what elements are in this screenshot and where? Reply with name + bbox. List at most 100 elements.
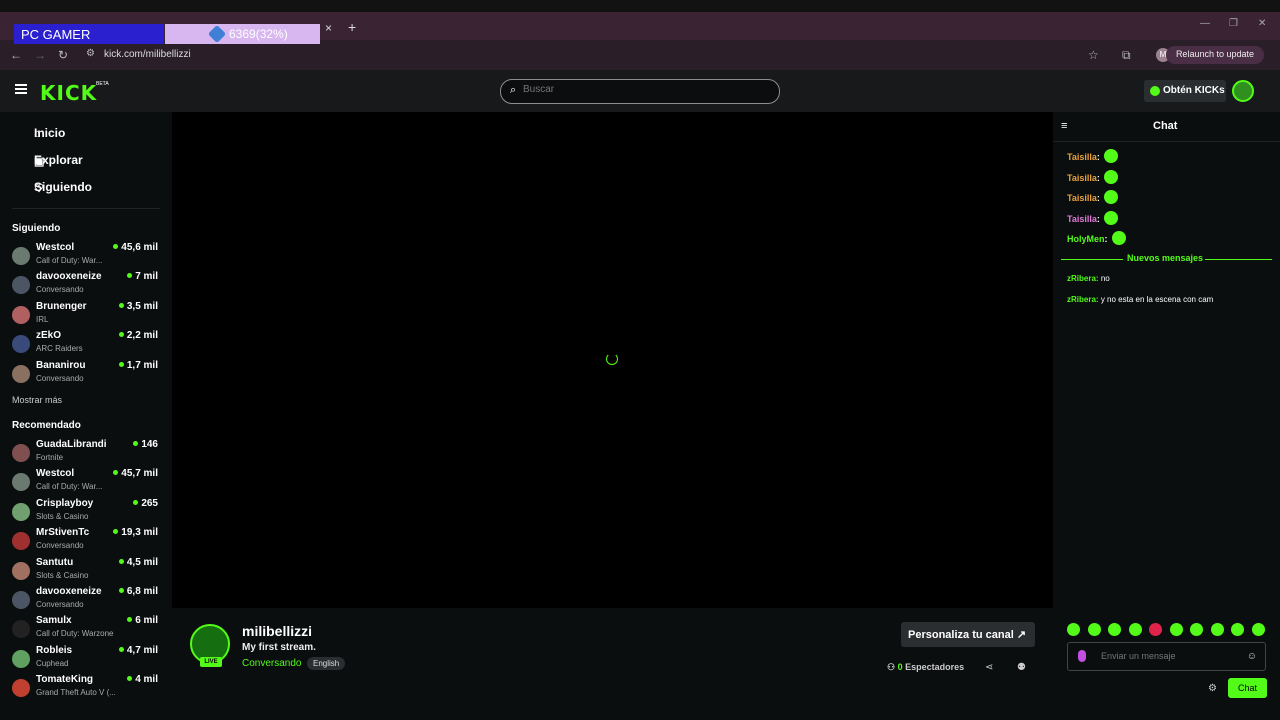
viewer-count: 45,6 mil (113, 242, 158, 253)
sidebar-channel-item[interactable]: Bananirou Conversando 1,7 mil (12, 360, 160, 388)
channel-name: davooxeneize (36, 271, 102, 283)
minimize-icon[interactable]: — (1200, 18, 1210, 29)
chat-username[interactable]: Taisilla (1067, 214, 1097, 224)
heart-icon: ♡ (34, 183, 44, 195)
emote-icon[interactable] (1210, 623, 1224, 636)
search-input[interactable] (523, 84, 773, 95)
emote-icon[interactable] (1149, 623, 1162, 636)
nav-explore[interactable]: ▣ Explorar (12, 153, 83, 168)
new-tab-button[interactable]: + (348, 19, 356, 35)
emote-icon[interactable] (1169, 623, 1183, 636)
chat-message: Taisilla: (1067, 210, 1118, 225)
follow-user-icon[interactable]: ⚉ (1017, 662, 1026, 673)
emote-icon[interactable] (1251, 623, 1265, 636)
sidebar-channel-item[interactable]: davooxeneize Conversando 7 mil (12, 271, 160, 299)
menu-icon[interactable] (15, 84, 27, 94)
channel-avatar (12, 444, 30, 462)
get-kicks-button[interactable]: Obtén KICKs (1144, 80, 1226, 102)
reload-icon[interactable]: ↻ (58, 48, 68, 62)
chat-send-button[interactable]: Chat (1228, 678, 1267, 698)
address-bar: ← → ↻ ⚙ kick.com/milibellizzi ☆ ⧉ M Rela… (0, 40, 1280, 70)
stream-category[interactable]: Conversando (242, 658, 301, 669)
site-info-icon[interactable]: ⚙ (86, 48, 95, 59)
stream-info: LIVE milibellizzi My first stream. Conve… (172, 608, 1053, 720)
bookmark-star-icon[interactable]: ☆ (1088, 48, 1099, 62)
sidebar-channel-item[interactable]: Samulx Call of Duty: Warzone 6 mil (12, 615, 160, 643)
emote-icon[interactable] (1087, 623, 1101, 636)
chat-username[interactable]: Taisilla (1067, 173, 1097, 183)
channel-name: Westcol (36, 242, 75, 253)
customize-channel-button[interactable]: Personaliza tu canal ↗ (901, 622, 1035, 647)
channel-category: Conversando (36, 285, 84, 295)
channel-name: Santutu (36, 556, 74, 568)
extensions-icon[interactable]: ⧉ (1122, 48, 1131, 63)
viewer-count: 6 mil (127, 615, 158, 626)
viewer-count: 1,7 mil (119, 360, 158, 371)
sidebar-channel-item[interactable]: zEkO ARC Raiders 2,2 mil (12, 330, 160, 358)
user-avatar[interactable] (1232, 80, 1254, 102)
sidebar-channel-item[interactable]: Westcol Call of Duty: War... 45,7 mil (12, 468, 160, 496)
channel-avatar (12, 649, 30, 668)
collapse-chat-icon[interactable]: ≡ (1061, 120, 1067, 132)
emote-icon (1111, 231, 1126, 245)
emote-icon (1103, 169, 1118, 184)
language-tag[interactable]: English (307, 657, 346, 670)
video-player[interactable] (172, 112, 1053, 608)
sidebar-channel-item[interactable]: Westcol Call of Duty: War... 45,6 mil (12, 242, 160, 270)
sidebar: ⌂ Inicio ▣ Explorar ♡ Siguiendo Siguiendo W… (0, 112, 172, 720)
kick-logo[interactable]: KICK (40, 81, 97, 105)
channel-category: IRL (36, 314, 49, 324)
viewer-count: 265 (133, 498, 158, 509)
url-field[interactable]: kick.com/milibellizzi (104, 49, 191, 60)
sidebar-channel-item[interactable]: davooxeneize Conversando 6,8 mil (12, 586, 160, 614)
chat-settings-icon[interactable]: ⚙ (1208, 683, 1217, 694)
microphone-icon[interactable] (1078, 650, 1086, 662)
sidebar-channel-item[interactable]: TomateKing Grand Theft Auto V (... 4 mil (12, 674, 160, 702)
chat-username[interactable]: HolyMen (1067, 234, 1105, 244)
channel-category: Cuphead (36, 658, 69, 668)
browser-tab-active[interactable]: 6369(32%) (165, 24, 320, 44)
emote-icon[interactable] (1231, 623, 1244, 636)
chat-input[interactable] (1101, 651, 1241, 661)
chat-username[interactable]: zRibera (1067, 295, 1096, 304)
chat-message: zRibera: no (1067, 274, 1110, 283)
channel-category: ARC Raiders (36, 344, 83, 354)
channel-category: Conversando (36, 600, 84, 609)
forward-icon[interactable]: → (34, 48, 46, 62)
chat-username[interactable]: Taisilla (1067, 152, 1097, 162)
back-icon[interactable]: ← (10, 48, 22, 62)
channel-name[interactable]: milibellizzi (242, 623, 312, 639)
tab-close-icon[interactable]: × (325, 21, 332, 35)
emote-icon[interactable] (1067, 623, 1080, 636)
restore-icon[interactable]: ❐ (1229, 18, 1238, 29)
chat-message: Taisilla: (1067, 190, 1118, 204)
viewer-count: 6,8 mil (119, 586, 158, 597)
sidebar-channel-item[interactable]: Robleis Cuphead 4,7 mil (12, 645, 160, 673)
channel-category: Call of Duty: War... (36, 482, 103, 492)
nav-following[interactable]: ♡ Siguiendo (12, 180, 92, 195)
chat-input-box[interactable]: ☺ (1067, 642, 1266, 671)
sidebar-channel-item[interactable]: MrStivenTc Conversando 19,3 mil (12, 527, 160, 555)
share-icon[interactable]: ⋖ (985, 662, 993, 673)
emote-icon[interactable] (1190, 623, 1203, 636)
sidebar-channel-item[interactable]: Santutu Slots & Casino 4,5 mil (12, 557, 160, 585)
emoji-icon[interactable]: ☺ (1247, 651, 1257, 662)
beta-tag: BETA (96, 81, 109, 87)
chat-text: y no esta en la escena con cam (1100, 294, 1214, 304)
close-window-icon[interactable]: ✕ (1258, 18, 1266, 29)
chat-text: no (1100, 274, 1110, 283)
chat-username[interactable]: zRibera (1067, 274, 1096, 283)
site-header: KICK BETA ⌕ Obtén KICKs (0, 70, 1280, 112)
chat-message: Taisilla: (1067, 149, 1118, 163)
relaunch-button[interactable]: Relaunch to update (1165, 46, 1264, 64)
viewer-count: 146 (133, 439, 158, 450)
emote-icon[interactable] (1108, 623, 1121, 636)
sidebar-channel-item[interactable]: Brunenger IRL 3,5 mil (12, 301, 160, 329)
nav-home[interactable]: ⌂ Inicio (12, 126, 65, 140)
sidebar-channel-item[interactable]: Crisplayboy Slots & Casino 265 (12, 498, 160, 526)
emote-icon[interactable] (1128, 623, 1142, 636)
search-bar[interactable]: ⌕ (500, 79, 780, 104)
sidebar-channel-item[interactable]: GuadaLibrandi Fortnite 146 (12, 439, 160, 467)
show-more-link[interactable]: Mostrar más (12, 395, 62, 405)
chat-username[interactable]: Taisilla (1067, 193, 1097, 203)
